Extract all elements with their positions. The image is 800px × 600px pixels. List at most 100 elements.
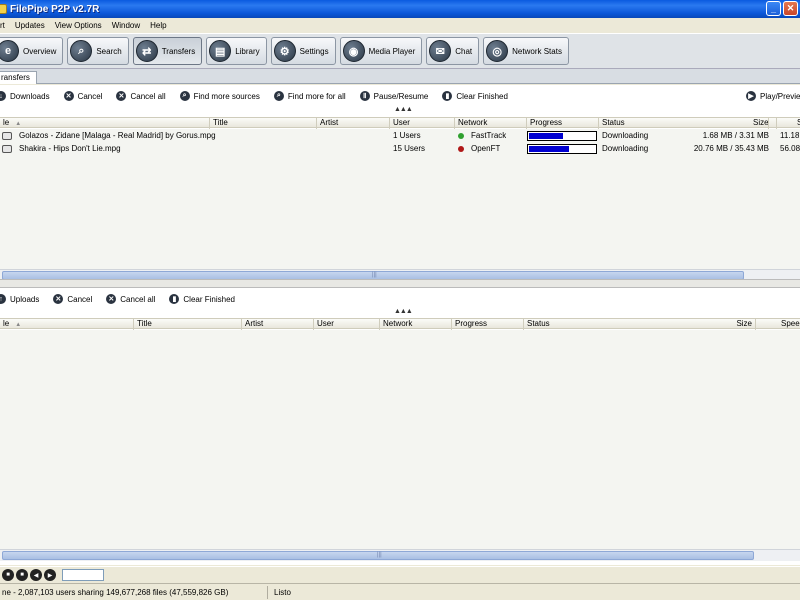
uploads-panel: ↑ Uploads ✕ Cancel ✕ Cancel all ▮ Clear … [0,288,800,565]
clear-finished-icon: ▮ [169,294,180,304]
transfers-button[interactable]: ⇄ Transfers [132,37,203,65]
upload-clear-finished-label: Clear Finished [183,294,235,304]
row-size: 20.76 MB / 35.43 MB [693,144,769,153]
uploads-label: Uploads [10,294,40,304]
progress-bar [527,131,597,141]
col-user[interactable]: User [390,118,455,129]
find-more-sources-label: Find more sources [193,91,260,101]
overview-label: Overview [23,46,57,56]
tab-strip: ransfers [0,69,800,84]
clear-finished-icon: ▮ [442,91,453,101]
network-stats-button[interactable]: ◎ Network Stats [483,37,569,65]
settings-icon: ⚙ [273,40,296,62]
downloads-icon: ↓ [0,91,6,101]
menu-window[interactable]: Window [107,21,145,30]
network-status-dot-icon [458,146,464,152]
clear-finished-button[interactable]: ▮ Clear Finished [442,91,508,101]
menu-updates[interactable]: Updates [10,21,50,30]
upload-clear-finished-button[interactable]: ▮ Clear Finished [169,294,235,304]
menu-start[interactable]: rt [0,21,10,30]
col-network[interactable]: Network [380,319,452,330]
player-seek-field[interactable] [62,569,104,581]
col-artist[interactable]: Artist [317,118,390,129]
status-message: Listo [274,587,291,597]
main-toolbar: e Overview ⌕ Search ⇄ Transfers ▤ Librar… [0,33,800,69]
close-button[interactable]: ✕ [783,1,798,16]
row-status: Downloading [602,131,649,140]
status-bar: ne - 2,087,103 users sharing 149,677,268… [0,583,800,600]
uploads-horizontal-scrollbar[interactable]: ||| [0,549,800,561]
panel-splitter[interactable] [0,279,800,288]
col-user[interactable]: User [314,319,380,330]
play-icon: ▶ [746,91,756,101]
find-more-for-all-label: Find more for all [287,91,346,101]
library-button[interactable]: ▤ Library [206,37,267,65]
col-progress[interactable]: Progress [527,118,599,129]
col-title[interactable]: Title [210,118,317,129]
collapse-grip-icon[interactable]: ▲▲▲ [394,308,413,315]
settings-button[interactable]: ⚙ Settings [270,37,336,65]
col-size[interactable]: Size [750,118,769,129]
window-title: FilePipe P2P v2.7R [10,3,100,15]
uploads-action-bar: ↑ Uploads ✕ Cancel ✕ Cancel all ▮ Clear … [0,288,800,310]
find-more-sources-button[interactable]: ⌕ Find more sources [179,91,260,101]
col-size[interactable]: Size [715,319,756,330]
col-speed[interactable]: S [794,118,800,129]
pause-resume-button[interactable]: Ⅱ Pause/Resume [359,91,428,101]
chat-button[interactable]: ✉ Chat [426,37,480,65]
row-status: Downloading [602,144,649,153]
media-player-button[interactable]: ◉ Media Player [339,37,423,65]
uploads-table-header: le ▲ Title Artist User Network Progress S… [0,318,800,330]
col-file[interactable]: le ▲ [0,118,210,129]
network-stats-icon: ◎ [486,40,509,62]
col-network[interactable]: Network [455,118,527,129]
uploads-list [0,330,800,552]
col-progress[interactable]: Progress [452,319,524,330]
play-icon[interactable]: ■ [2,569,14,581]
previous-icon[interactable]: ◀ [30,569,42,581]
library-icon: ▤ [209,40,232,62]
minimize-button[interactable]: _ [766,1,781,16]
search-button[interactable]: ⌕ Search [67,37,129,65]
network-status-dot-icon [458,133,464,139]
col-title[interactable]: Title [134,319,242,330]
next-icon[interactable]: ▶ [44,569,56,581]
cancel-all-button[interactable]: ✕ Cancel all [116,91,166,101]
clear-finished-label: Clear Finished [456,91,508,101]
col-speed[interactable]: Speed [778,319,800,330]
downloads-label: Downloads [10,91,50,101]
chat-icon: ✉ [429,40,452,62]
downloads-action-bar: ↓ Downloads ✕ Cancel ✕ Cancel all ⌕ Find… [0,85,800,107]
cancel-button[interactable]: ✕ Cancel [63,91,102,101]
row-user: 15 Users [393,144,426,153]
menu-help[interactable]: Help [145,21,171,30]
table-row[interactable]: Shakira - Hips Don't Lie.mpg 15 Users Op… [0,142,800,155]
video-file-icon [2,145,12,153]
uploads-toggle[interactable]: ↑ Uploads [0,294,39,304]
menu-bar: rt Updates View Options Window Help [0,18,800,32]
col-file[interactable]: le ▲ [0,319,134,330]
progress-bar [527,144,597,154]
find-more-sources-icon: ⌕ [179,91,190,101]
upload-cancel-button[interactable]: ✕ Cancel [53,294,92,304]
play-preview-label: Play/Previe [760,91,800,101]
cancel-all-icon: ✕ [106,294,117,304]
table-row[interactable]: Golazos - Zidane [Malaga - Real Madrid] … [0,129,800,142]
collapse-grip-icon[interactable]: ▲▲▲ [394,106,413,113]
pause-icon[interactable]: ■ [16,569,28,581]
find-more-for-all-button[interactable]: ⌕ Find more for all [273,91,346,101]
find-more-for-all-icon: ⌕ [273,91,284,101]
overview-button[interactable]: e Overview [0,37,64,65]
upload-cancel-all-button[interactable]: ✕ Cancel all [106,294,155,304]
row-network: FastTrack [471,131,507,140]
play-preview-button[interactable]: ▶ Play/Previe [746,91,800,101]
menu-view-options[interactable]: View Options [50,21,107,30]
tab-transfers[interactable]: ransfers [0,71,37,84]
row-network: OpenFT [471,144,501,153]
cancel-icon: ✕ [63,91,74,101]
network-status-text: ne - 2,087,103 users sharing 149,677,268… [0,585,268,599]
downloads-toggle[interactable]: ↓ Downloads [0,91,50,101]
row-user: 1 Users [393,131,421,140]
col-artist[interactable]: Artist [242,319,314,330]
title-bar: FilePipe P2P v2.7R _ ✕ [0,0,800,18]
